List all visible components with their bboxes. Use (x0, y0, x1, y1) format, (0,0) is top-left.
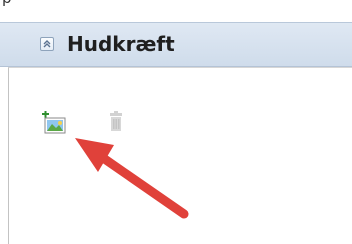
chevron-double-up-icon[interactable] (40, 37, 54, 51)
screenshot-root: p Hudkræft (0, 0, 352, 244)
top-strip: p (0, 0, 352, 20)
add-image-icon (42, 110, 66, 134)
section-header[interactable]: Hudkræft (0, 22, 352, 67)
top-strip-text: p (2, 0, 12, 7)
content-panel (8, 67, 352, 244)
section-title: Hudkræft (67, 32, 175, 56)
delete-button[interactable] (107, 111, 125, 133)
add-image-button[interactable] (41, 110, 69, 137)
trash-icon (110, 111, 122, 131)
